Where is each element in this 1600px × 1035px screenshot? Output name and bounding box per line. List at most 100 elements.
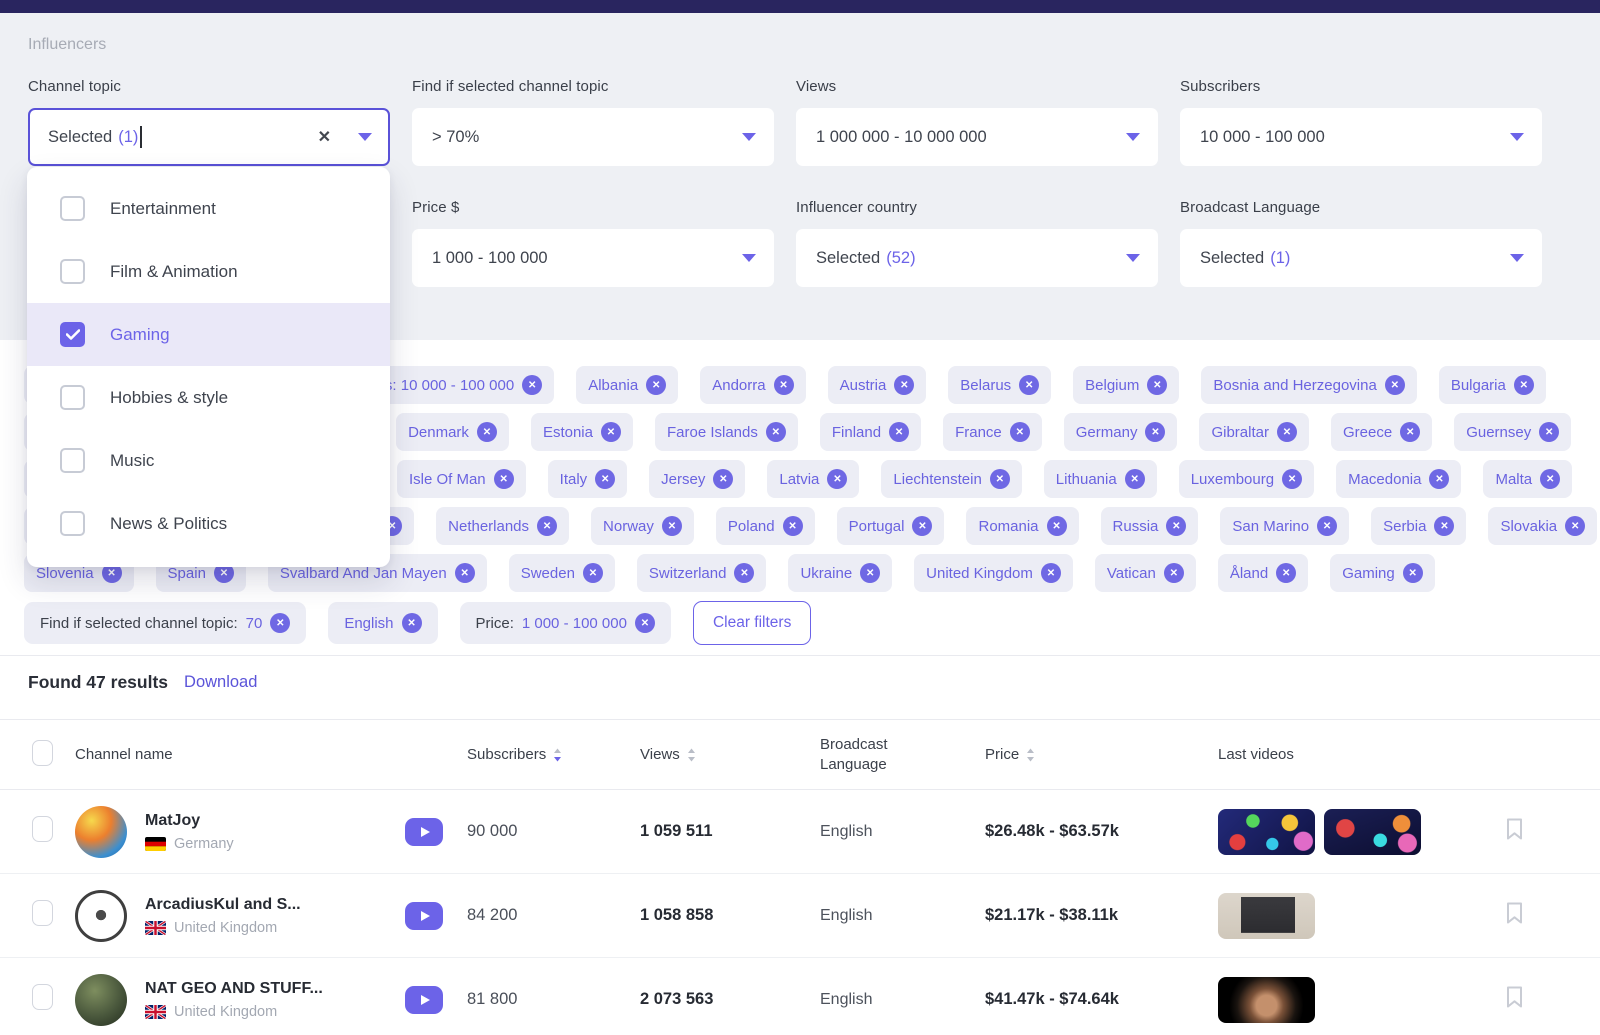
chip-remove-icon[interactable]: ✕ <box>601 422 621 442</box>
chip-remove-icon[interactable]: ✕ <box>1166 516 1186 536</box>
broadcast-language-select[interactable]: Selected (1) <box>1180 229 1542 287</box>
play-video-button[interactable] <box>405 818 443 846</box>
bookmark-icon[interactable] <box>1505 985 1524 1009</box>
topic-option-film-animation[interactable]: Film & Animation <box>27 240 390 303</box>
bookmark-icon[interactable] <box>1505 901 1524 925</box>
chip-remove-icon[interactable]: ✕ <box>1277 422 1297 442</box>
chip-remove-icon[interactable]: ✕ <box>402 613 422 633</box>
clear-filters-button[interactable]: Clear filters <box>693 601 811 645</box>
column-header-last-videos: Last videos <box>1218 746 1505 763</box>
column-header-subscribers[interactable]: Subscribers <box>467 746 640 763</box>
chip-remove-icon[interactable]: ✕ <box>713 469 733 489</box>
channel-topic-select[interactable]: Selected (1) ✕ <box>28 108 390 166</box>
chip-remove-icon[interactable]: ✕ <box>455 563 475 583</box>
chip-label: Find if selected channel topic: <box>40 615 238 632</box>
topic-option-news-politics[interactable]: News & Politics <box>27 492 390 555</box>
topic-option-entertainment[interactable]: Entertainment <box>27 177 390 240</box>
clear-selection-icon[interactable]: ✕ <box>318 127 331 147</box>
chip-remove-icon[interactable]: ✕ <box>912 516 932 536</box>
chip-value: Belarus <box>960 377 1011 394</box>
chip-remove-icon[interactable]: ✕ <box>734 563 754 583</box>
chip-remove-icon[interactable]: ✕ <box>270 613 290 633</box>
chip-remove-icon[interactable]: ✕ <box>477 422 497 442</box>
price-select[interactable]: 1 000 - 100 000 <box>412 229 774 287</box>
row-checkbox[interactable] <box>32 984 53 1010</box>
chip-remove-icon[interactable]: ✕ <box>1010 422 1030 442</box>
video-thumbnail-unboxing[interactable] <box>1218 893 1315 939</box>
filter-chip-serbia: Serbia✕ <box>1371 507 1466 545</box>
chip-remove-icon[interactable]: ✕ <box>1019 375 1039 395</box>
chip-remove-icon[interactable]: ✕ <box>774 375 794 395</box>
select-all-checkbox[interactable] <box>32 740 53 766</box>
chip-remove-icon[interactable]: ✕ <box>1047 516 1067 536</box>
chip-remove-icon[interactable]: ✕ <box>662 516 682 536</box>
influencer-country-select[interactable]: Selected (52) <box>796 229 1158 287</box>
chip-remove-icon[interactable]: ✕ <box>1565 516 1585 536</box>
chip-remove-icon[interactable]: ✕ <box>783 516 803 536</box>
chip-remove-icon[interactable]: ✕ <box>1125 469 1145 489</box>
column-header-views[interactable]: Views <box>640 746 820 763</box>
play-video-button[interactable] <box>405 986 443 1014</box>
chip-remove-icon[interactable]: ✕ <box>494 469 514 489</box>
chip-remove-icon[interactable]: ✕ <box>990 469 1010 489</box>
column-header-price[interactable]: Price <box>985 746 1218 763</box>
select-value-text: > 70% <box>432 128 742 147</box>
chip-remove-icon[interactable]: ✕ <box>583 563 603 583</box>
views-select[interactable]: 1 000 000 - 10 000 000 <box>796 108 1158 166</box>
chip-remove-icon[interactable]: ✕ <box>1400 422 1420 442</box>
chip-remove-icon[interactable]: ✕ <box>1540 469 1560 489</box>
channel-name[interactable]: NAT GEO AND STUFF... <box>145 980 323 998</box>
filter-chip-denmark: Denmark✕ <box>396 413 509 451</box>
filter-chip-andorra: Andorra✕ <box>700 366 805 404</box>
chevron-down-icon <box>1126 133 1140 141</box>
chip-remove-icon[interactable]: ✕ <box>1514 375 1534 395</box>
channel-name[interactable]: ArcadiusKul and S... <box>145 896 301 914</box>
video-thumbnail-amongus[interactable] <box>1324 809 1421 855</box>
chip-remove-icon[interactable]: ✕ <box>1317 516 1337 536</box>
chip-remove-icon[interactable]: ✕ <box>595 469 615 489</box>
chip-value: Russia <box>1113 518 1159 535</box>
chip-remove-icon[interactable]: ✕ <box>1041 563 1061 583</box>
filter-chip-finland: Finland✕ <box>820 413 921 451</box>
topic-option-gaming[interactable]: Gaming <box>27 303 390 366</box>
chip-remove-icon[interactable]: ✕ <box>889 422 909 442</box>
selected-count: (1) <box>1270 249 1290 268</box>
chip-remove-icon[interactable]: ✕ <box>1147 375 1167 395</box>
chip-remove-icon[interactable]: ✕ <box>1276 563 1296 583</box>
topic-option-music[interactable]: Music <box>27 429 390 492</box>
chip-remove-icon[interactable]: ✕ <box>1429 469 1449 489</box>
chip-remove-icon[interactable]: ✕ <box>1403 563 1423 583</box>
channel-name[interactable]: MatJoy <box>145 812 234 830</box>
chip-remove-icon[interactable]: ✕ <box>522 375 542 395</box>
chip-remove-icon[interactable]: ✕ <box>1145 422 1165 442</box>
views-label: Views <box>796 78 1158 95</box>
chip-remove-icon[interactable]: ✕ <box>1282 469 1302 489</box>
chip-remove-icon[interactable]: ✕ <box>894 375 914 395</box>
table-row-nat-geo-and-stuff: NAT GEO AND STUFF...United Kingdom81 800… <box>0 958 1600 1035</box>
chip-value: Ukraine <box>800 565 852 582</box>
chip-remove-icon[interactable]: ✕ <box>766 422 786 442</box>
chip-remove-icon[interactable]: ✕ <box>1164 563 1184 583</box>
chip-remove-icon[interactable]: ✕ <box>1539 422 1559 442</box>
topic-option-hobbies-style[interactable]: Hobbies & style <box>27 366 390 429</box>
play-video-button[interactable] <box>405 902 443 930</box>
last-videos <box>1218 893 1505 939</box>
row-checkbox[interactable] <box>32 816 53 842</box>
chip-value: Bulgaria <box>1451 377 1506 394</box>
chip-value: Albania <box>588 377 638 394</box>
row-checkbox[interactable] <box>32 900 53 926</box>
subscribers-select[interactable]: 10 000 - 100 000 <box>1180 108 1542 166</box>
download-link[interactable]: Download <box>184 673 257 692</box>
chip-remove-icon[interactable]: ✕ <box>860 563 880 583</box>
video-thumbnail-fisheye[interactable] <box>1218 977 1315 1023</box>
find-topic-select[interactable]: > 70% <box>412 108 774 166</box>
chip-remove-icon[interactable]: ✕ <box>537 516 557 536</box>
chip-remove-icon[interactable]: ✕ <box>635 613 655 633</box>
chip-remove-icon[interactable]: ✕ <box>1385 375 1405 395</box>
video-thumbnail-pacman[interactable] <box>1218 809 1315 855</box>
chip-remove-icon[interactable]: ✕ <box>646 375 666 395</box>
topic-option-label: Music <box>110 451 154 471</box>
bookmark-icon[interactable] <box>1505 817 1524 841</box>
chip-remove-icon[interactable]: ✕ <box>827 469 847 489</box>
chip-remove-icon[interactable]: ✕ <box>1434 516 1454 536</box>
